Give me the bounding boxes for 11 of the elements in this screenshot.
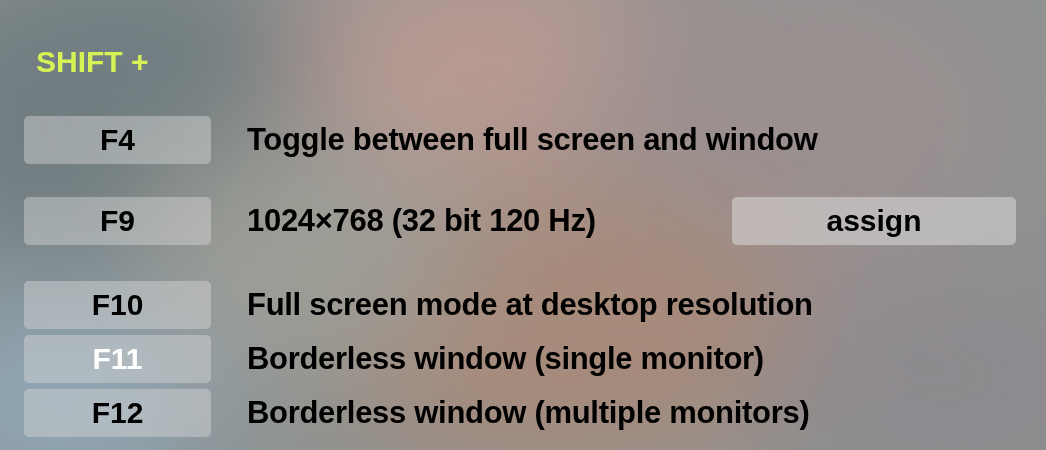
shortcut-description: Toggle between full screen and window <box>247 121 818 159</box>
shortcut-description: Borderless window (multiple monitors) <box>247 394 810 432</box>
key-button[interactable]: F10 <box>24 281 211 329</box>
shortcut-description: 1024×768 (32 bit 120 Hz) <box>247 202 596 240</box>
shortcut-description: Full screen mode at desktop resolution <box>247 286 813 324</box>
key-button[interactable]: F9 <box>24 197 211 245</box>
shortcut-description: Borderless window (single monitor) <box>247 340 764 378</box>
key-button[interactable]: F4 <box>24 116 211 164</box>
assign-button[interactable]: assign <box>732 197 1016 245</box>
heading: SHIFT + <box>36 44 150 80</box>
key-button[interactable]: F12 <box>24 389 211 437</box>
